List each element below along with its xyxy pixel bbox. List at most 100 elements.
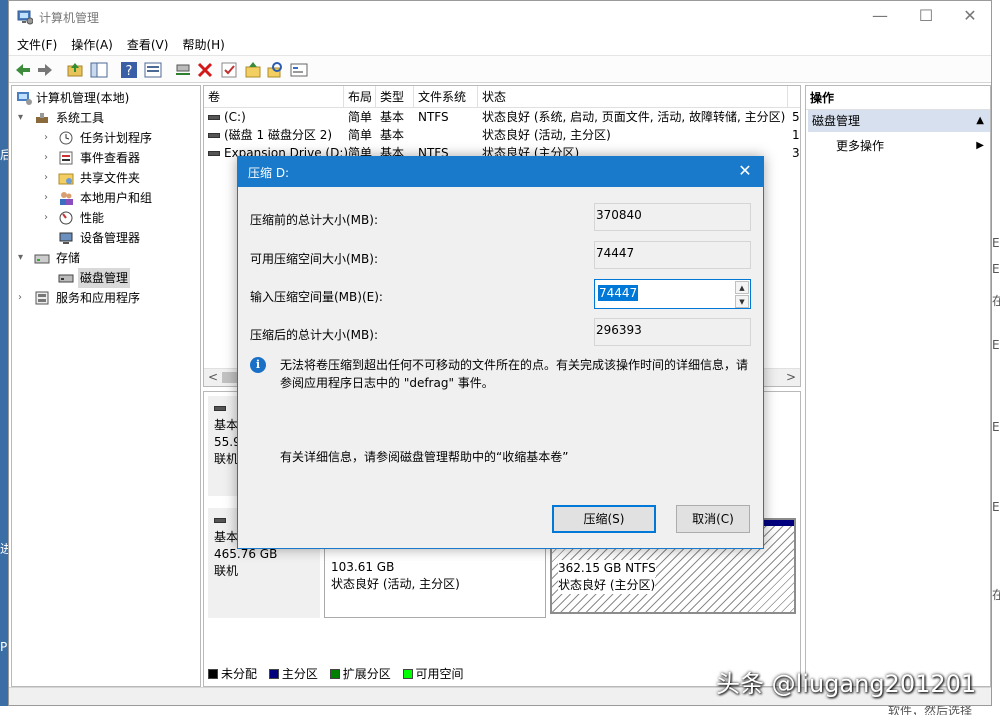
minimize-button[interactable]: —: [857, 1, 903, 33]
column-header-type[interactable]: 类型: [376, 86, 414, 108]
menu-help[interactable]: 帮助(H): [175, 34, 231, 55]
desktop-left-edge: 后 进 P: [0, 0, 12, 715]
volume-type: 基本: [380, 128, 405, 142]
legend-item: 主分区: [268, 664, 318, 684]
volume-status: 状态良好 (活动, 主分区): [482, 128, 611, 142]
legend-swatch: [268, 669, 279, 679]
folder-up-icon[interactable]: [243, 60, 263, 80]
window-title: 计算机管理: [39, 11, 100, 25]
legend-swatch: [208, 669, 218, 679]
chevron-right-icon[interactable]: ›: [44, 168, 54, 188]
scroll-left-arrow[interactable]: <: [208, 370, 218, 384]
legend-swatch: [402, 669, 413, 679]
watermark-text: 头条 @liugang201201: [716, 670, 977, 698]
dialog-close-button[interactable]: ✕: [735, 161, 755, 181]
tree-node-label: 服务和应用程序: [56, 291, 141, 305]
services-icon: [35, 291, 49, 305]
back-arrow-icon[interactable]: [13, 60, 33, 80]
desktop-text: E: [992, 420, 1000, 434]
menu-action[interactable]: 操作(A): [64, 34, 120, 55]
actions-pane: 操作 磁盘管理 ▲ 更多操作 ▶: [805, 85, 991, 687]
help-icon[interactable]: ?: [119, 60, 139, 80]
chevron-right-icon[interactable]: ›: [44, 128, 54, 148]
volume-icon: [208, 133, 220, 138]
stepper-down-icon[interactable]: ▼: [735, 295, 749, 308]
event-viewer-icon: [59, 151, 73, 165]
actions-section-label: 磁盘管理: [812, 114, 861, 128]
svg-text:?: ?: [126, 64, 133, 79]
storage-icon: [34, 254, 50, 264]
check-icon[interactable]: [219, 60, 239, 80]
properties-icon[interactable]: [143, 60, 163, 80]
volume-fs: NTFS: [418, 110, 449, 124]
close-button[interactable]: ✕: [947, 1, 993, 33]
column-header-status[interactable]: 状态: [478, 86, 788, 108]
volume-icon: [208, 115, 220, 120]
tree-node-label: 磁盘管理: [78, 268, 131, 288]
help-message: 有关详细信息，请参阅磁盘管理帮助中的“收缩基本卷”: [280, 450, 569, 464]
collapse-caret-icon[interactable]: ▲: [976, 110, 984, 132]
chevron-down-icon[interactable]: ▾: [18, 248, 28, 268]
shrink-amount-stepper[interactable]: 74447 ▲ ▼: [594, 279, 751, 309]
chevron-right-icon[interactable]: ›: [44, 148, 54, 168]
cancel-button[interactable]: 取消(C): [676, 505, 750, 533]
stepper-up-icon[interactable]: ▲: [735, 281, 749, 294]
column-header-more[interactable]: [788, 86, 800, 108]
volume-status: 状态良好 (系统, 启动, 页面文件, 活动, 故障转储, 主分区): [482, 110, 786, 124]
menu-file[interactable]: 文件(F): [9, 34, 64, 55]
forward-arrow-icon[interactable]: [35, 60, 55, 80]
disk-state: 联机: [214, 564, 239, 578]
more-actions-item[interactable]: 更多操作 ▶: [836, 136, 986, 156]
chevron-down-icon[interactable]: ▾: [18, 108, 28, 128]
chevron-right-icon[interactable]: ›: [18, 288, 28, 308]
delete-icon[interactable]: [195, 60, 215, 80]
column-header-volume[interactable]: 卷: [204, 86, 344, 108]
connect-icon[interactable]: [173, 60, 193, 80]
clock-icon: [59, 131, 73, 145]
tree-node-label: 存储: [56, 251, 81, 265]
maximize-button[interactable]: ☐: [903, 1, 949, 33]
column-header-filesystem[interactable]: 文件系统: [414, 86, 478, 108]
dialog-title-bar[interactable]: 压缩 D: ✕: [238, 157, 763, 187]
tools-icon: [36, 113, 48, 123]
tree-node-label: 计算机管理(本地): [36, 91, 130, 105]
legend: 未分配 主分区 扩展分区 可用空间: [208, 664, 472, 684]
tree-node-label: 任务计划程序: [80, 131, 153, 145]
device-manager-icon: [59, 232, 73, 244]
show-hide-tree-icon[interactable]: [89, 60, 109, 80]
tree-node-label: 设备管理器: [80, 231, 141, 245]
desktop-text: P: [0, 640, 8, 654]
info-message: 无法将卷压缩到超出任何不可移动的文件所在的点。有关完成该操作时间的详细信息，请参…: [280, 358, 749, 390]
title-bar[interactable]: 计算机管理 — ☐ ✕: [9, 1, 991, 33]
disk-management-icon: [58, 274, 74, 283]
actions-section-disk-management[interactable]: 磁盘管理 ▲: [808, 110, 990, 132]
menu-bar: 文件(F) 操作(A) 查看(V) 帮助(H): [9, 34, 232, 54]
actions-header: 操作: [806, 86, 990, 110]
toolbar: ?: [9, 55, 991, 83]
column-header-layout[interactable]: 布局: [344, 86, 376, 108]
volume-name: (磁盘 1 磁盘分区 2): [224, 128, 333, 142]
search-icon[interactable]: [265, 60, 285, 80]
shrink-amount-input[interactable]: 74447: [598, 285, 639, 301]
desktop-text: E: [992, 338, 1000, 352]
view-icon[interactable]: [289, 60, 309, 80]
tree-node-label: 本地用户和组: [80, 191, 153, 205]
volume-extra: 1: [792, 128, 800, 142]
scroll-right-arrow[interactable]: >: [786, 370, 796, 384]
disk-icon: [214, 518, 226, 523]
legend-item: 未分配: [208, 664, 257, 684]
legend-item: 可用空间: [402, 664, 464, 684]
desktop-text: E: [992, 236, 1000, 250]
shrink-button[interactable]: 压缩(S): [552, 505, 656, 533]
legend-item: 扩展分区: [329, 664, 391, 684]
chevron-right-icon[interactable]: ›: [44, 208, 54, 228]
legend-swatch: [329, 669, 340, 679]
menu-view[interactable]: 查看(V): [120, 34, 176, 55]
chevron-right-icon[interactable]: ›: [44, 188, 54, 208]
info-icon: i: [250, 357, 266, 373]
volume-icon: [208, 151, 220, 156]
volume-layout: 简单: [348, 128, 373, 142]
partition-size: 103.61 GB: [331, 560, 395, 574]
up-folder-icon[interactable]: [65, 60, 85, 80]
volume-layout: 简单: [348, 110, 373, 124]
